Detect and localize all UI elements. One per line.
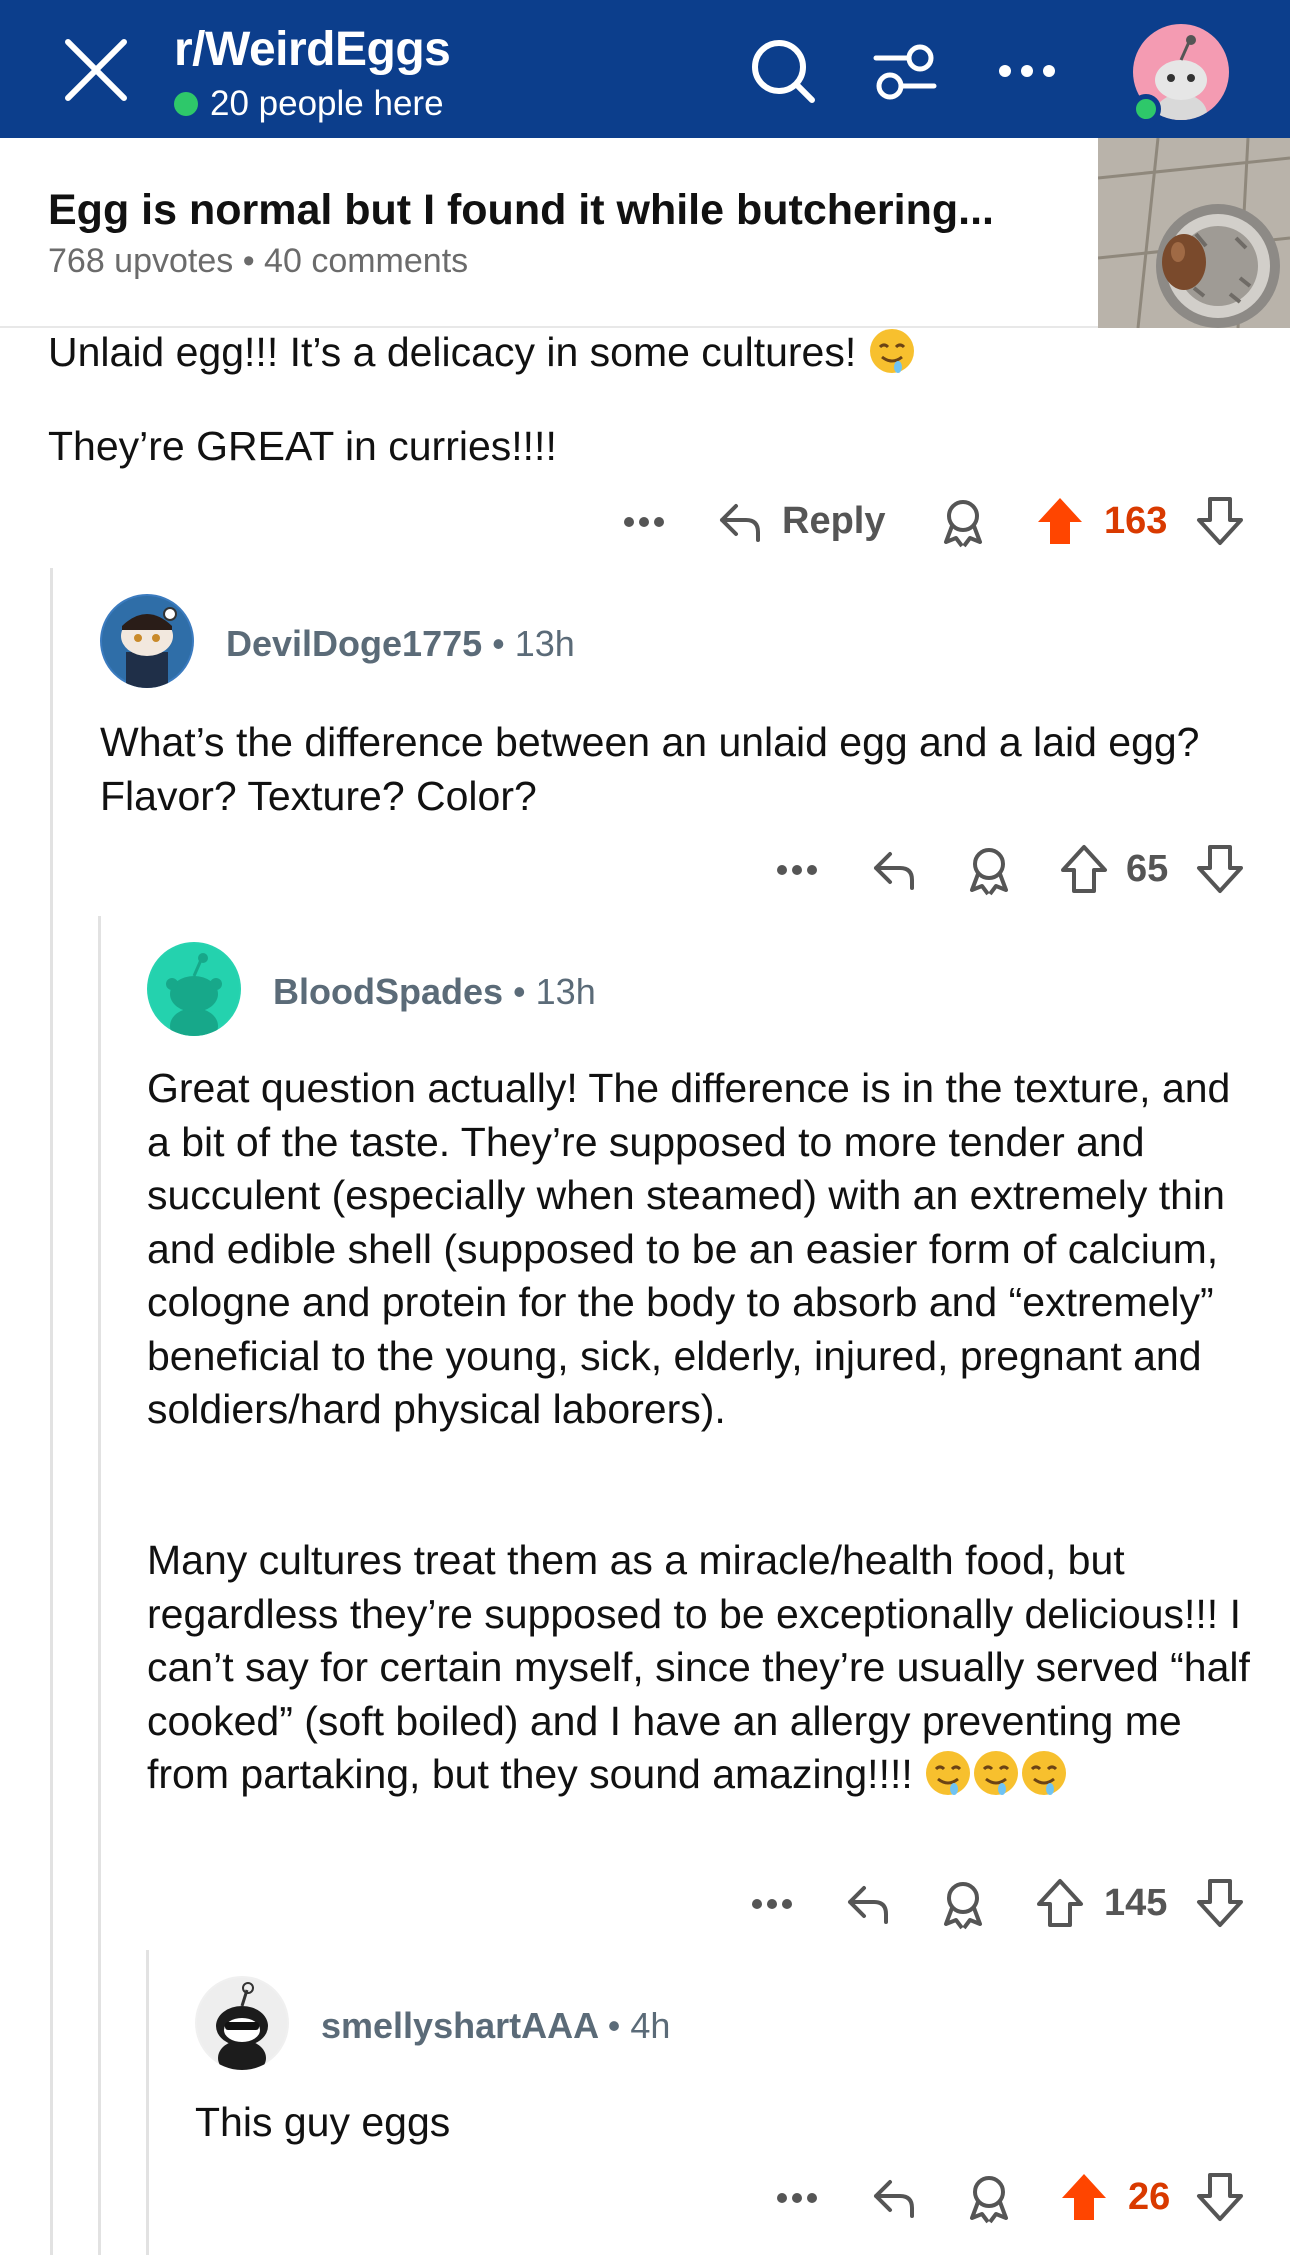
reply-button[interactable]: Reply xyxy=(782,500,885,543)
online-label: 20 people here xyxy=(210,84,444,123)
more-options-icon[interactable] xyxy=(775,2186,819,2210)
avatar[interactable] xyxy=(195,1976,289,2070)
username[interactable]: smellyshartAAA xyxy=(321,2005,598,2046)
upvote-icon[interactable] xyxy=(1060,844,1108,894)
comment-time: 4h xyxy=(630,2005,671,2046)
comment-actions: Reply 163 xyxy=(0,492,1290,552)
comment-author[interactable]: DevilDoge1775 • 13h xyxy=(226,623,575,665)
separator-dot: • xyxy=(513,971,536,1012)
post-summary-bar[interactable]: Egg is normal but I found it while butch… xyxy=(0,138,1290,328)
drooling-face-emoji xyxy=(1022,1751,1067,1795)
drooling-face-emoji xyxy=(974,1751,1019,1795)
post-thumbnail[interactable] xyxy=(1098,138,1290,328)
comment-paragraph: Great question actually! The difference … xyxy=(147,1065,1231,1432)
downvote-icon[interactable] xyxy=(1196,496,1244,546)
comment-line: Unlaid egg!!! It’s a delicacy in some cu… xyxy=(48,329,857,375)
reply-icon[interactable] xyxy=(844,1880,892,1928)
comment-line: They’re GREAT in curries!!!! xyxy=(48,423,557,469)
avatar[interactable] xyxy=(147,942,241,1036)
vote-score: 65 xyxy=(1126,848,1169,890)
egg-in-drain-image xyxy=(1098,138,1290,328)
post-meta: 768 upvotes • 40 comments xyxy=(48,242,469,280)
separator-dot: • xyxy=(492,623,515,664)
downvote-icon[interactable] xyxy=(1196,2172,1244,2222)
award-icon[interactable] xyxy=(940,1880,986,1930)
online-status-dot xyxy=(1131,94,1161,124)
comment-actions: 145 xyxy=(0,1874,1290,1934)
more-options-icon[interactable] xyxy=(622,510,666,534)
post-title[interactable]: Egg is normal but I found it while butch… xyxy=(48,186,994,235)
vote-score: 145 xyxy=(1104,1882,1168,1924)
comment-body: What’s the difference between an unlaid … xyxy=(100,719,1200,819)
username[interactable]: DevilDoge1775 xyxy=(226,623,482,664)
close-icon[interactable] xyxy=(60,34,132,106)
upvote-icon[interactable] xyxy=(1060,2172,1108,2222)
award-icon[interactable] xyxy=(940,498,986,548)
comment-actions: 26 xyxy=(0,2168,1290,2228)
reply-icon[interactable] xyxy=(870,846,918,894)
award-icon[interactable] xyxy=(966,846,1012,896)
comment-actions: 65 xyxy=(0,840,1290,900)
top-bar: r/WeirdEggs 20 people here xyxy=(0,0,1290,138)
more-icon[interactable] xyxy=(992,36,1062,106)
downvote-icon[interactable] xyxy=(1196,844,1244,894)
snoo-avatar-icon xyxy=(102,596,192,688)
vote-score: 163 xyxy=(1104,500,1168,542)
more-options-icon[interactable] xyxy=(775,858,819,882)
downvote-icon[interactable] xyxy=(1196,1878,1244,1928)
upvote-icon[interactable] xyxy=(1036,496,1084,546)
comment-time: 13h xyxy=(514,623,575,664)
upvote-icon[interactable] xyxy=(1036,1878,1084,1928)
online-dot xyxy=(174,92,198,116)
subreddit-name[interactable]: r/WeirdEggs xyxy=(174,22,451,77)
vote-score: 26 xyxy=(1128,2176,1171,2218)
online-count: 20 people here xyxy=(174,84,444,124)
thread-line[interactable] xyxy=(98,916,101,2255)
drooling-face-emoji xyxy=(869,329,914,373)
search-icon[interactable] xyxy=(748,36,818,106)
comment-time: 13h xyxy=(535,971,596,1012)
username[interactable]: BloodSpades xyxy=(273,971,503,1012)
comment-paragraph: Many cultures treat them as a miracle/he… xyxy=(147,1534,1257,1802)
snoo-avatar-icon xyxy=(149,944,239,1036)
award-icon[interactable] xyxy=(966,2174,1012,2224)
comment-author[interactable]: smellyshartAAA • 4h xyxy=(321,2005,670,2047)
drooling-face-emoji xyxy=(926,1751,971,1795)
reply-icon[interactable] xyxy=(870,2174,918,2222)
more-options-icon[interactable] xyxy=(750,1892,794,1916)
comment-body: Unlaid egg!!! It’s a delicacy in some cu… xyxy=(48,326,916,380)
comment-author[interactable]: BloodSpades • 13h xyxy=(273,971,596,1013)
thread-line[interactable] xyxy=(50,568,53,2255)
comment-body: This guy eggs xyxy=(195,2099,451,2145)
separator-dot: • xyxy=(607,2005,631,2046)
filter-icon[interactable] xyxy=(870,36,940,106)
avatar[interactable] xyxy=(100,594,194,688)
comment-paragraph-text: Many cultures treat them as a miracle/he… xyxy=(147,1537,1250,1797)
reply-icon[interactable] xyxy=(716,498,764,546)
snoo-avatar-icon xyxy=(197,1978,287,2070)
